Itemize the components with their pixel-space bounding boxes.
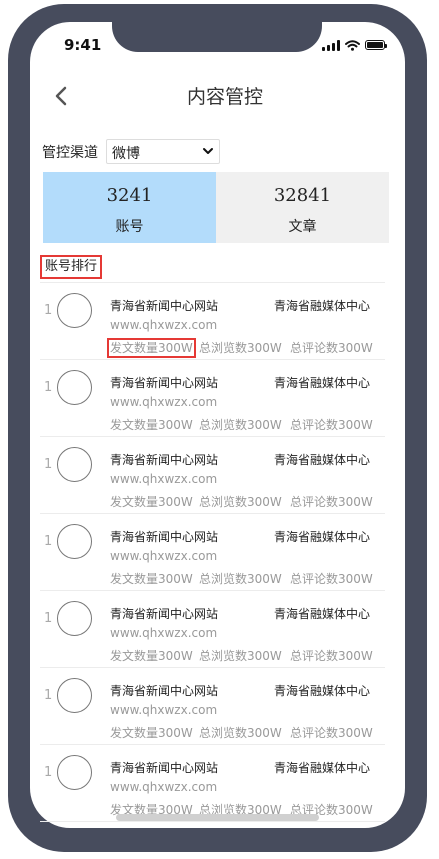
ranking-list-item[interactable]: 1 青海省新闻中心网站 青海省融媒体中心 www.qhxwzx.com 发文数量300W… — [40, 361, 385, 437]
rank-number: 1 — [44, 611, 53, 626]
divider — [40, 667, 385, 668]
avatar — [57, 524, 92, 559]
avatar — [57, 447, 92, 482]
stat-articles-tab[interactable]: 32841 文章 — [216, 172, 389, 243]
channel-select[interactable]: 微博 — [106, 139, 220, 164]
divider — [40, 590, 385, 591]
divider — [40, 282, 385, 283]
stat-accounts-value: 3241 — [106, 185, 153, 206]
ranking-title: 账号排行 — [40, 255, 103, 279]
rank-number: 1 — [44, 688, 53, 703]
account-url: www.qhxwzx.com — [110, 780, 218, 794]
avatar — [57, 755, 92, 790]
account-name: 青海省新闻中心网站 — [110, 453, 219, 467]
account-org: 青海省融媒体中心 — [274, 530, 371, 544]
comment-count: 总评论数300W — [290, 726, 373, 740]
account-org: 青海省融媒体中心 — [274, 684, 371, 698]
ranking-list-item[interactable]: 1 青海省新闻中心网站 青海省融媒体中心 www.qhxwzx.com 发文数量300W… — [40, 284, 385, 360]
account-name: 青海省新闻中心网站 — [110, 299, 219, 313]
account-name: 青海省新闻中心网站 — [110, 530, 219, 544]
account-org: 青海省融媒体中心 — [274, 299, 371, 313]
divider — [40, 821, 385, 822]
stat-accounts-tab[interactable]: 3241 账号 — [43, 172, 216, 243]
view-count: 总浏览数300W — [199, 726, 282, 740]
avatar — [57, 601, 92, 636]
avatar — [57, 370, 92, 405]
chevron-down-icon — [203, 148, 213, 154]
account-org: 青海省融媒体中心 — [274, 607, 371, 621]
divider — [40, 513, 385, 514]
account-url: www.qhxwzx.com — [110, 318, 218, 332]
view-count: 总浏览数300W — [199, 649, 282, 663]
account-org: 青海省融媒体中心 — [274, 761, 371, 775]
account-name: 青海省新闻中心网站 — [110, 684, 219, 698]
ranking-list-item[interactable]: 1 青海省新闻中心网站 青海省融媒体中心 www.qhxwzx.com 发文数量300W… — [40, 438, 385, 514]
rank-number: 1 — [44, 765, 53, 780]
account-org: 青海省融媒体中心 — [274, 453, 371, 467]
post-count: 发文数量300W — [110, 726, 193, 740]
rank-number: 1 — [44, 457, 53, 472]
chevron-left-icon — [55, 86, 67, 106]
avatar — [57, 293, 92, 328]
account-org: 青海省融媒体中心 — [274, 376, 371, 390]
wifi-icon — [345, 39, 360, 51]
comment-count: 总评论数300W — [290, 341, 373, 355]
comment-count: 总评论数300W — [290, 572, 373, 586]
account-url: www.qhxwzx.com — [110, 472, 218, 486]
rank-number: 1 — [44, 380, 53, 395]
comment-count: 总评论数300W — [290, 495, 373, 509]
post-count: 发文数量300W — [110, 649, 193, 663]
ranking-list-item[interactable]: 1 青海省新闻中心网站 青海省融媒体中心 www.qhxwzx.com 发文数量300W… — [40, 669, 385, 745]
back-button[interactable] — [50, 82, 74, 110]
notch — [112, 22, 322, 52]
divider — [40, 436, 385, 437]
ranking-list-item[interactable]: 1 青海省新闻中心网站 青海省融媒体中心 www.qhxwzx.com 发文数量300W… — [40, 515, 385, 591]
comment-count: 总评论数300W — [290, 649, 373, 663]
divider — [40, 744, 385, 745]
channel-label: 管控渠道 — [42, 145, 98, 161]
signal-icon — [322, 39, 340, 51]
stat-accounts-label: 账号 — [115, 219, 144, 235]
divider — [40, 359, 385, 360]
stat-articles-value: 32841 — [273, 185, 332, 206]
view-count: 总浏览数300W — [199, 341, 282, 355]
ranking-list-item[interactable]: 1 青海省新闻中心网站 青海省融媒体中心 www.qhxwzx.com 发文数量300W… — [40, 592, 385, 668]
battery-icon — [365, 40, 387, 50]
post-count: 发文数量300W — [110, 418, 193, 432]
account-url: www.qhxwzx.com — [110, 395, 218, 409]
view-count: 总浏览数300W — [199, 495, 282, 509]
post-count: 发文数量300W — [110, 495, 193, 509]
page-title: 内容管控 — [186, 86, 263, 108]
avatar — [57, 678, 92, 713]
account-name: 青海省新闻中心网站 — [110, 761, 219, 775]
account-url: www.qhxwzx.com — [110, 626, 218, 640]
status-time: 9:41 — [64, 36, 102, 54]
stat-articles-label: 文章 — [288, 219, 317, 235]
account-url: www.qhxwzx.com — [110, 549, 218, 563]
account-url: www.qhxwzx.com — [110, 703, 218, 717]
home-indicator — [116, 814, 319, 821]
account-name: 青海省新闻中心网站 — [110, 607, 219, 621]
view-count: 总浏览数300W — [199, 418, 282, 432]
rank-number: 1 — [44, 534, 53, 549]
comment-count: 总评论数300W — [290, 418, 373, 432]
post-count: 发文数量300W — [107, 338, 196, 358]
post-count: 发文数量300W — [110, 572, 193, 586]
channel-select-value: 微博 — [112, 146, 140, 162]
rank-number: 1 — [44, 303, 53, 318]
status-icons — [322, 38, 387, 52]
ranking-list-item[interactable]: 1 青海省新闻中心网站 青海省融媒体中心 www.qhxwzx.com 发文数量300W… — [40, 746, 385, 822]
view-count: 总浏览数300W — [199, 572, 282, 586]
account-name: 青海省新闻中心网站 — [110, 376, 219, 390]
